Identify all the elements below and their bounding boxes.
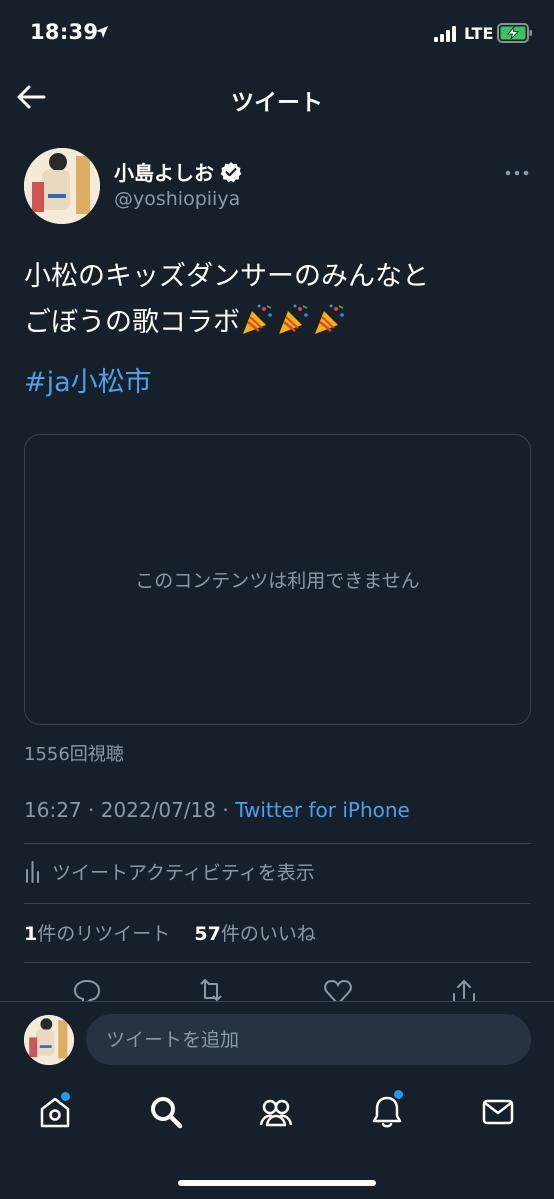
messages-icon[interactable] xyxy=(480,1094,516,1130)
meta-separator: · xyxy=(88,798,95,822)
verified-badge-icon xyxy=(220,161,242,182)
avatar-image xyxy=(24,148,100,224)
tweet-time: 16:27 xyxy=(24,798,82,822)
meta-separator: · xyxy=(222,798,229,822)
battery-charging-icon xyxy=(497,23,532,43)
reply-input[interactable] xyxy=(86,1014,531,1065)
avatar-image xyxy=(24,1015,74,1065)
view-count: 1556回視聴 xyxy=(24,744,124,765)
engagement-stats: 1件のリツイート 57件のいいね xyxy=(24,919,316,946)
tweet-text-line-1: 小松のキッズダンサーのみんなと xyxy=(24,261,429,292)
author-avatar[interactable] xyxy=(24,148,100,224)
reply-icon[interactable] xyxy=(72,978,102,1002)
network-type: LTE xyxy=(464,24,494,43)
retweet-count: 1 xyxy=(24,923,38,945)
author-display-name[interactable]: 小島よしお xyxy=(114,157,214,186)
divider xyxy=(24,843,531,844)
notifications-dot xyxy=(394,1090,403,1099)
home-notification-dot xyxy=(61,1092,70,1101)
notifications-icon[interactable] xyxy=(369,1094,405,1130)
more-options-icon[interactable] xyxy=(504,168,530,178)
party-popper-emoji-icon xyxy=(315,304,344,334)
tweet-source-link[interactable]: Twitter for iPhone xyxy=(235,798,410,822)
tweet-text-line-2-text: ごぼうの歌コラボ xyxy=(24,307,240,338)
home-indicator xyxy=(178,1180,376,1186)
share-icon[interactable] xyxy=(449,978,479,1002)
cellular-signal-icon xyxy=(434,26,456,42)
tweet-text-line-2: ごぼうの歌コラボ xyxy=(24,300,534,346)
tweet-date: 2022/07/18 xyxy=(100,798,216,822)
retweet-label: 件のリツイート xyxy=(37,923,171,945)
divider xyxy=(24,903,531,904)
like-label: 件のいいね xyxy=(220,923,316,945)
author-handle[interactable]: @yoshiopiiya xyxy=(114,188,240,210)
like-stat[interactable]: 57件のいいね xyxy=(194,923,315,945)
communities-icon[interactable] xyxy=(258,1094,294,1130)
tweet-activity-link[interactable]: ツイートアクティビティを表示 xyxy=(24,858,315,885)
retweet-icon[interactable] xyxy=(196,978,226,1002)
reply-bar-divider xyxy=(0,1001,554,1002)
like-heart-icon[interactable] xyxy=(323,978,353,1002)
media-unavailable-message: このコンテンツは利用できません xyxy=(135,570,420,592)
page-title: ツイート xyxy=(231,90,323,116)
status-time: 18:39 xyxy=(30,20,99,44)
user-avatar xyxy=(24,1015,74,1065)
hashtag-link[interactable]: #ja小松市 xyxy=(24,360,152,399)
party-popper-emoji-icon xyxy=(243,304,272,334)
tweet-text: 小松のキッズダンサーのみんなと ごぼうの歌コラボ xyxy=(24,254,534,346)
retweet-stat[interactable]: 1件のリツイート xyxy=(24,923,170,945)
tweet-activity-label: ツイートアクティビティを表示 xyxy=(52,862,315,884)
tweet-meta: 16:27 · 2022/07/18 · Twitter for iPhone xyxy=(24,798,410,822)
party-popper-emoji-icon xyxy=(279,304,308,334)
search-icon[interactable] xyxy=(148,1094,184,1130)
divider xyxy=(24,962,531,963)
analytics-icon xyxy=(26,860,39,883)
location-arrow-icon xyxy=(96,26,108,38)
like-count: 57 xyxy=(194,923,221,945)
